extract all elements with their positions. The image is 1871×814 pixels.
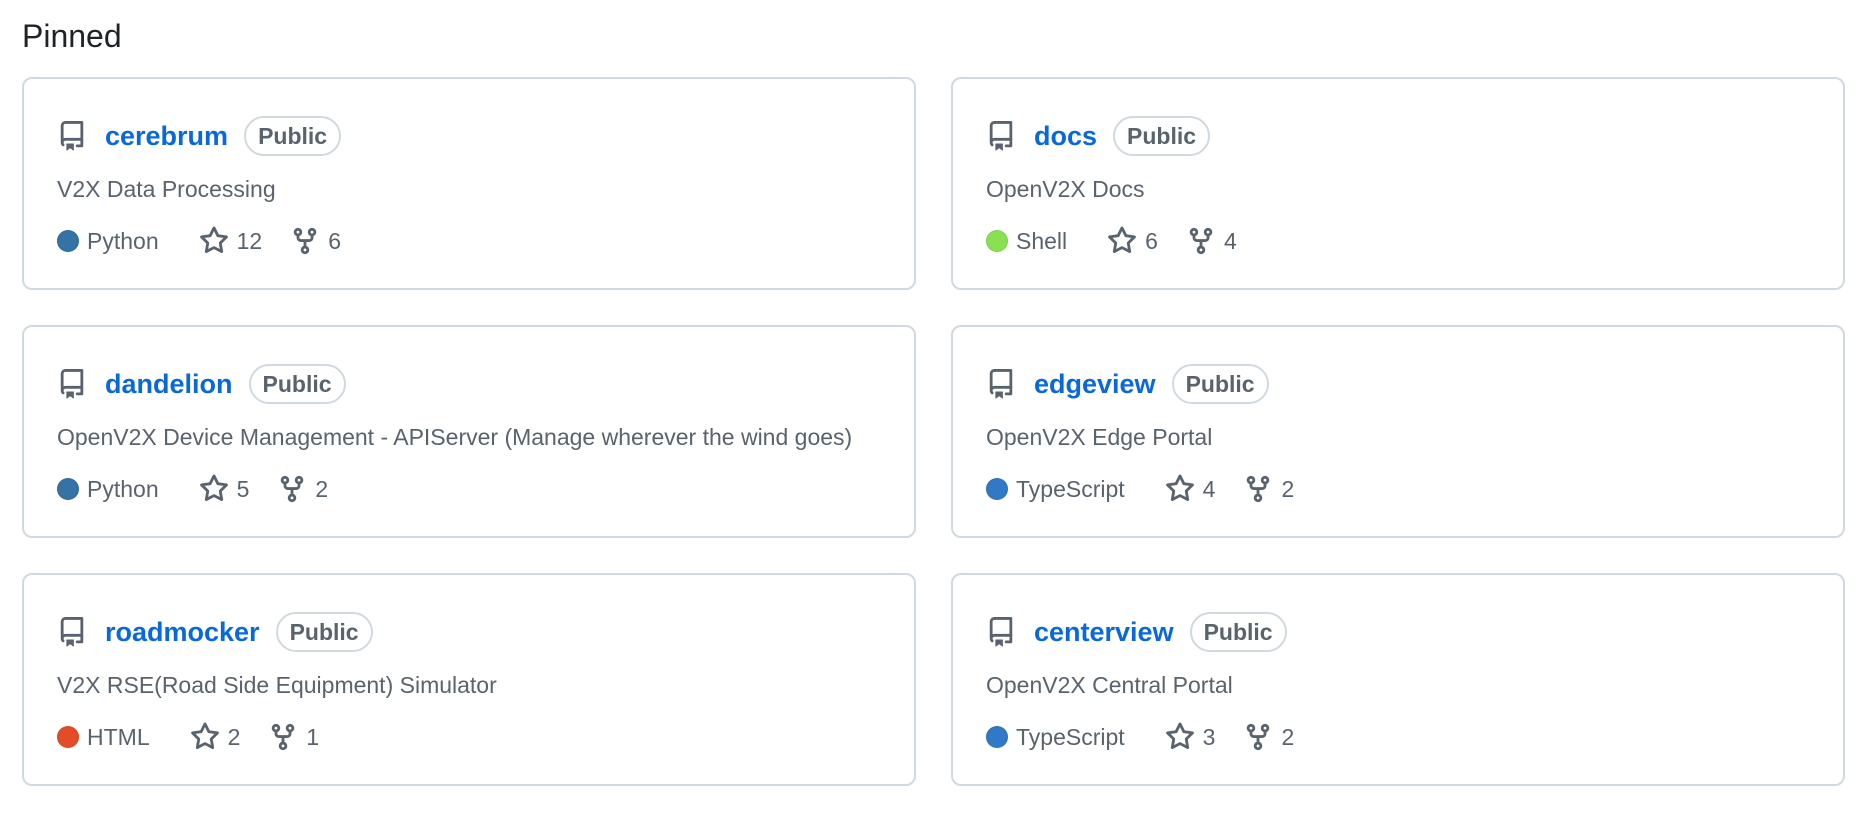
star-icon (199, 226, 228, 254)
stars-link[interactable]: 3 (1165, 722, 1216, 752)
star-icon (1108, 226, 1137, 254)
language-color-dot (57, 478, 79, 500)
repo-meta: HTML 2 1 (57, 721, 347, 753)
repo-description: V2X RSE(Road Side Equipment) Simulator (57, 672, 497, 698)
star-count: 3 (1202, 723, 1216, 750)
visibility-badge: Public (1171, 364, 1269, 404)
repo-name-link[interactable]: dandelion (105, 369, 233, 400)
repo-language: Shell (1016, 227, 1068, 254)
forks-link[interactable]: 2 (1243, 474, 1294, 504)
repo-icon (986, 369, 1016, 399)
repo-description: OpenV2X Device Management - APIServer (M… (57, 424, 853, 450)
card-header: docs Public (986, 116, 1211, 156)
visibility-badge: Public (1189, 612, 1287, 652)
card-header: cerebrum Public (57, 116, 342, 156)
fork-icon (272, 723, 295, 751)
repo-meta: TypeScript 4 2 (986, 473, 1322, 505)
stars-link[interactable]: 12 (199, 226, 263, 256)
forks-link[interactable]: 6 (290, 226, 341, 256)
visibility-badge: Public (1113, 116, 1211, 156)
language-color-dot (986, 230, 1008, 252)
star-count: 6 (1145, 227, 1158, 254)
forks-link[interactable]: 2 (1243, 722, 1294, 752)
fork-icon (1247, 723, 1270, 751)
language-color-dot (986, 478, 1008, 500)
repo-icon (57, 121, 87, 151)
star-icon (1165, 474, 1194, 502)
star-count: 12 (236, 227, 263, 254)
fork-count: 1 (306, 723, 320, 750)
repo-language: Python (87, 475, 159, 502)
visibility-badge: Public (248, 364, 346, 404)
repo-meta: Python 5 2 (57, 473, 356, 505)
fork-count: 4 (1223, 227, 1237, 254)
fork-icon (1247, 475, 1270, 503)
fork-count: 2 (1281, 475, 1295, 502)
pinned-heading: Pinned (22, 18, 122, 54)
card-header: edgeview Public (986, 364, 1269, 404)
repo-description: OpenV2X Edge Portal (986, 424, 1213, 450)
repo-meta: Python 12 6 (57, 225, 369, 257)
star-count: 5 (236, 475, 250, 502)
star-count: 2 (227, 723, 241, 750)
stars-link[interactable]: 4 (1165, 474, 1216, 504)
fork-count: 2 (1281, 723, 1295, 750)
star-icon (1165, 722, 1194, 750)
star-icon (190, 722, 219, 750)
visibility-badge: Public (244, 116, 342, 156)
forks-link[interactable]: 1 (268, 722, 319, 752)
star-count: 4 (1202, 475, 1216, 502)
fork-count: 6 (328, 227, 341, 254)
visibility-badge: Public (275, 612, 373, 652)
stars-link[interactable]: 5 (199, 474, 250, 504)
language-color-dot (986, 726, 1008, 748)
repo-description: OpenV2X Central Portal (986, 672, 1233, 698)
repo-name-link[interactable]: cerebrum (105, 121, 228, 152)
language-color-dot (57, 230, 79, 252)
repo-language: HTML (87, 723, 150, 750)
repo-icon (57, 369, 87, 399)
repo-name-link[interactable]: roadmocker (105, 617, 260, 648)
pinned-grid: cerebrum Public V2X Data Processing Pyth… (22, 77, 1845, 786)
pinned-repo-card: cerebrum Public V2X Data Processing Pyth… (22, 77, 916, 290)
language-color-dot (57, 726, 79, 748)
pinned-repo-card: centerview Public OpenV2X Central Portal… (951, 573, 1845, 786)
forks-link[interactable]: 4 (1186, 226, 1237, 256)
repo-name-link[interactable]: docs (1034, 121, 1097, 152)
repo-icon (57, 617, 87, 647)
fork-count: 2 (315, 475, 329, 502)
repo-language: TypeScript (1016, 475, 1125, 502)
repo-description: OpenV2X Docs (986, 176, 1145, 202)
fork-icon (281, 475, 304, 503)
fork-icon (1189, 227, 1213, 255)
card-header: dandelion Public (57, 364, 346, 404)
repo-icon (986, 617, 1016, 647)
forks-link[interactable]: 2 (277, 474, 328, 504)
stars-link[interactable]: 2 (190, 722, 241, 752)
repo-name-link[interactable]: edgeview (1034, 369, 1156, 400)
card-header: centerview Public (986, 612, 1287, 652)
repo-meta: Shell 6 4 (986, 225, 1265, 257)
stars-link[interactable]: 6 (1107, 226, 1158, 256)
pinned-repo-card: docs Public OpenV2X Docs Shell 6 4 (951, 77, 1845, 290)
card-header: roadmocker Public (57, 612, 373, 652)
repo-language: TypeScript (1016, 723, 1125, 750)
pinned-repo-card: dandelion Public OpenV2X Device Manageme… (22, 325, 916, 538)
repo-name-link[interactable]: centerview (1034, 617, 1174, 648)
repo-language: Python (87, 227, 159, 254)
pinned-repo-card: edgeview Public OpenV2X Edge Portal Type… (951, 325, 1845, 538)
repo-description: V2X Data Processing (57, 176, 276, 202)
pinned-repo-card: roadmocker Public V2X RSE(Road Side Equi… (22, 573, 916, 786)
fork-icon (293, 227, 317, 255)
repo-meta: TypeScript 3 2 (986, 721, 1322, 753)
repo-icon (986, 121, 1016, 151)
star-icon (199, 474, 228, 502)
